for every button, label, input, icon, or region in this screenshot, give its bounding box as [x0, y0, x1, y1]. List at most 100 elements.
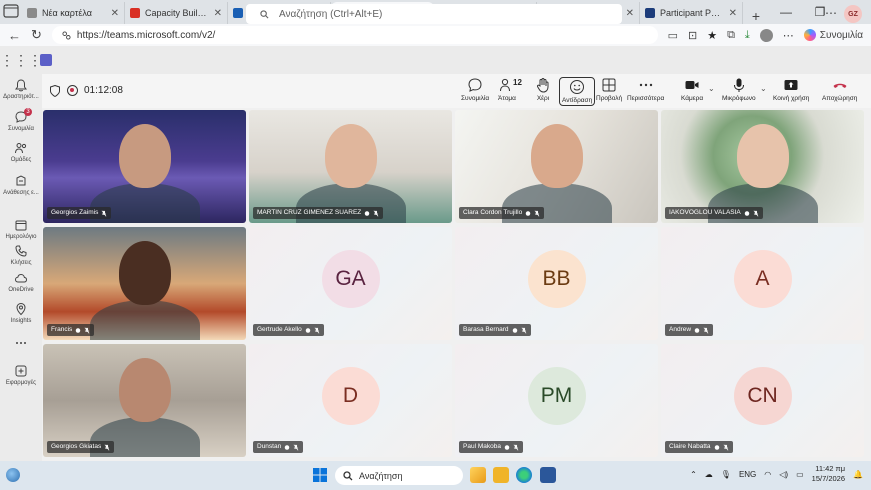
battery-icon[interactable]: ▭	[796, 470, 804, 479]
more-dots-icon	[639, 83, 652, 87]
windows-taskbar: Αναζήτηση ⌃ ☁ 🎙 ENG ◠ ◁) ▭ 11:42 πμ 15/7…	[0, 461, 871, 490]
back-icon[interactable]: ←	[8, 28, 21, 43]
mic-muted-icon	[521, 326, 526, 334]
participant-tile[interactable]: BB Barasa Bernard	[455, 227, 658, 340]
windows-start-icon[interactable]	[313, 468, 327, 482]
copilot-button[interactable]: Συνομιλία	[803, 29, 863, 41]
grid-view-icon	[602, 78, 616, 92]
tab-favicon-icon	[645, 8, 655, 18]
browser-tab[interactable]: Participant Portal Grant ✕	[640, 2, 743, 24]
notifications-icon[interactable]: 🔔	[853, 470, 863, 479]
copilot-icon	[803, 29, 816, 41]
applause-icon	[694, 327, 700, 333]
new-tab-icon[interactable]: +	[746, 8, 766, 24]
rail-item[interactable]: Insights	[0, 302, 42, 324]
language-indicator[interactable]: ENG	[739, 470, 756, 479]
leave-button[interactable]: Αποχώρηση	[822, 77, 857, 102]
share-button[interactable]: Κοινή χρήση	[773, 77, 809, 102]
tab-actions-icon[interactable]	[3, 4, 19, 18]
participant-tile[interactable]: Francis	[43, 227, 246, 340]
camera-button[interactable]: Κάμερα	[681, 77, 703, 102]
participant-tile[interactable]: CN Claire Nabatta	[661, 344, 864, 457]
participant-tile[interactable]: Georgios Zaimis	[43, 110, 246, 223]
mic-muted-icon	[84, 326, 90, 334]
camera-indicator-icon[interactable]: ▭	[668, 29, 678, 42]
applause-icon	[714, 444, 719, 450]
view-button[interactable]: Προβολή	[596, 77, 622, 102]
edge-icon[interactable]	[516, 467, 532, 483]
extensions-icon[interactable]: ⧉	[727, 29, 735, 42]
close-tab-icon[interactable]: ✕	[626, 8, 634, 19]
file-explorer-icon[interactable]	[493, 467, 509, 483]
minimize-icon[interactable]: —	[769, 0, 803, 24]
rail-label: Ανάθεσης ε...	[3, 190, 39, 196]
participant-name-tag: Claire Nabatta	[665, 441, 733, 453]
rail-item[interactable]	[0, 336, 42, 352]
participant-tile[interactable]: GA Gertrude Akello	[249, 227, 452, 340]
raise-hand-button[interactable]: Χέρι	[535, 77, 551, 102]
mic-options-chevron-icon[interactable]: ⌄	[760, 84, 767, 93]
url-field[interactable]: https://teams.microsoft.com/v2/	[51, 26, 658, 44]
mic-tray-icon[interactable]: 🎙	[721, 470, 731, 479]
volume-icon[interactable]: ◁)	[779, 470, 788, 479]
teams-search-input[interactable]: Αναζήτηση (Ctrl+Alt+E)	[246, 4, 622, 24]
mic-muted-icon	[513, 443, 519, 451]
participant-body	[89, 300, 200, 340]
browser-tab[interactable]: Capacity Building Session ✕	[125, 2, 228, 24]
download-icon[interactable]: ⤓	[745, 29, 750, 42]
participant-name: Georgios Gkiatas	[51, 443, 102, 450]
refresh-icon[interactable]: ↻	[31, 27, 42, 43]
rail-item[interactable]: 3 Συνομιλία	[0, 108, 42, 132]
camera-options-chevron-icon[interactable]: ⌄	[708, 84, 715, 93]
chat-button[interactable]: Συνομιλία	[461, 77, 489, 102]
taskbar-search[interactable]: Αναζήτηση	[335, 466, 463, 485]
browser-menu-icon[interactable]: ⋯	[783, 29, 794, 42]
close-tab-icon[interactable]: ✕	[729, 8, 737, 19]
teams-more-icon[interactable]: ⋯	[825, 6, 837, 20]
browser-tab[interactable]: Νέα καρτέλα ✕	[22, 2, 125, 24]
translate-icon[interactable]: ⊡	[688, 29, 697, 42]
clock[interactable]: 11:42 πμ 15/7/2026	[812, 464, 845, 484]
word-icon[interactable]	[540, 467, 556, 483]
participant-tile[interactable]: A Andrew	[661, 227, 864, 340]
rail-item[interactable]: Ανάθεσης ε...	[0, 174, 42, 196]
applause-icon	[504, 444, 510, 450]
copilot-taskbar-icon[interactable]	[470, 467, 486, 483]
participant-tile[interactable]: PM Paul Makoba	[455, 344, 658, 457]
rail-item[interactable]: Εφαρμογές	[0, 364, 42, 386]
chat-icon	[468, 78, 482, 92]
favorite-star-icon[interactable]: ★	[707, 29, 717, 42]
apps-icon	[15, 365, 27, 377]
participant-name-tag: Gertrude Akello	[253, 324, 324, 336]
recording-icon	[67, 85, 78, 96]
wifi-icon[interactable]: ◠	[764, 470, 771, 479]
close-tab-icon[interactable]: ✕	[214, 8, 222, 19]
react-button[interactable]: Αντίδραση	[559, 77, 596, 106]
cloud-tray-icon[interactable]: ☁	[705, 470, 713, 479]
mic-button[interactable]: Μικρόφωνο	[722, 77, 756, 102]
rail-item[interactable]: Δραστηριότ...	[0, 78, 42, 100]
participant-tile[interactable]: Clara Cordon Trujillo	[455, 110, 658, 223]
tab-favicon-icon	[27, 8, 37, 18]
rail-item[interactable]: Ομάδες	[0, 141, 42, 163]
more-button[interactable]: Περισσότερα	[627, 77, 664, 102]
participant-tile[interactable]: Georgios Gkiatas	[43, 344, 246, 457]
participant-tile[interactable]: IAKOVOGLOU VALASIA	[661, 110, 864, 223]
participant-name: Paul Makoba	[463, 443, 501, 450]
participant-video	[118, 358, 171, 422]
rail-item[interactable]: Κλήσεις	[0, 244, 42, 266]
tray-chevron-icon[interactable]: ⌃	[690, 470, 697, 479]
applause-icon	[512, 327, 517, 333]
participant-tile[interactable]: D Dunstan	[249, 344, 452, 457]
participant-tile[interactable]: MARTIN CRUZ GIMENEZ SUAREZ	[249, 110, 452, 223]
profile-icon[interactable]	[759, 28, 773, 42]
app-launcher-icon[interactable]: ⋮⋮⋮	[0, 52, 42, 69]
rail-item[interactable]: Ημερολόγιο	[0, 218, 42, 240]
close-tab-icon[interactable]: ✕	[111, 8, 119, 19]
site-info-icon[interactable]	[62, 30, 71, 40]
my-avatar[interactable]: GZ	[844, 5, 862, 23]
rail-item[interactable]: OneDrive	[0, 271, 42, 293]
people-button[interactable]: 12 Άτομα	[498, 77, 522, 102]
weather-widget-icon[interactable]	[6, 468, 20, 482]
rail-label: Δραστηριότ...	[3, 94, 39, 100]
